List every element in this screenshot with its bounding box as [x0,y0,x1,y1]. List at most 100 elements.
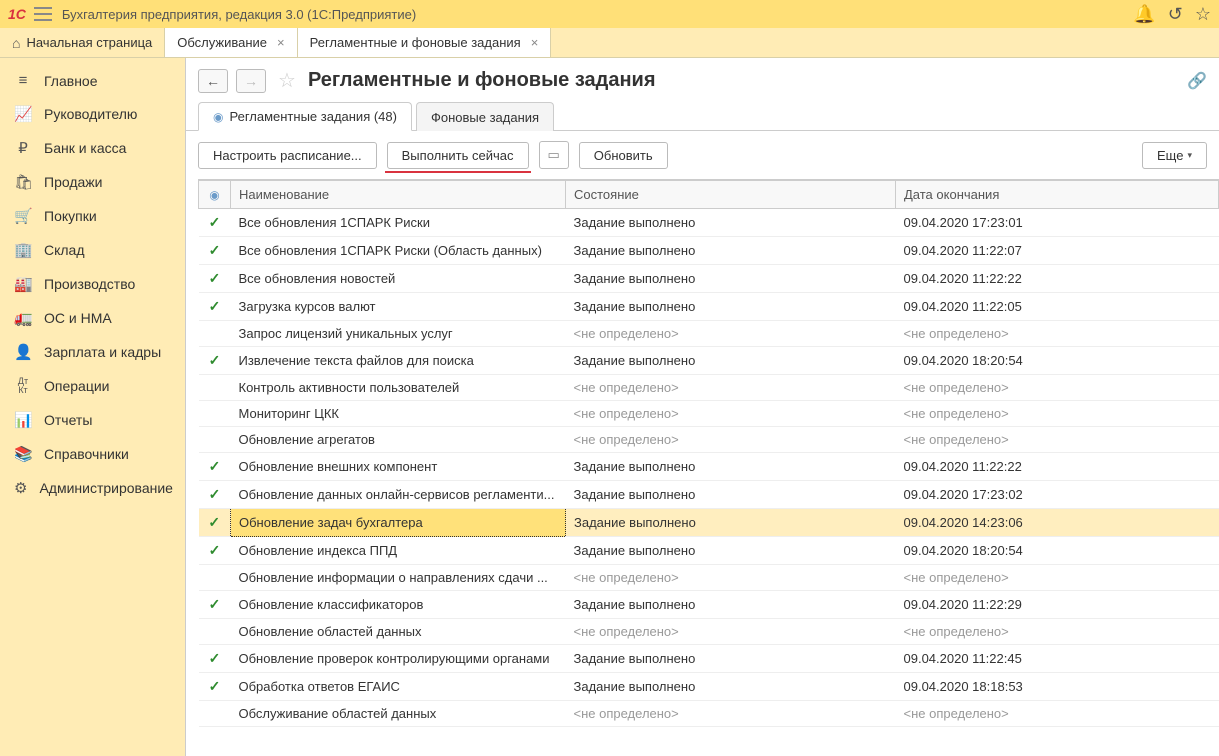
tabbar: ⌂ Начальная страница Обслуживание × Регл… [0,28,1219,58]
more-button[interactable]: Еще [1142,142,1207,169]
tab-scheduled-jobs-label: Регламентные и фоновые задания [310,35,521,50]
tab-scheduled-jobs[interactable]: Регламентные и фоновые задания × [298,28,552,57]
sidebar-item[interactable]: 📈Руководителю [0,97,185,131]
refresh-button[interactable]: Обновить [579,142,668,169]
table-row[interactable]: ✓Обновление задач бухгалтераЗадание выпо… [199,509,1219,537]
app-logo-icon: 1C [8,6,26,22]
window-title: Бухгалтерия предприятия, редакция 3.0 (1… [62,7,416,22]
history-icon[interactable]: ↺ [1168,4,1183,25]
sidebar-item-icon: ⚙ [14,479,27,497]
jobs-table-container[interactable]: ◉ Наименование Состояние Дата окончания … [198,179,1219,756]
table-row[interactable]: ✓Все обновления 1СПАРК РискиЗадание выпо… [199,209,1219,237]
sidebar-item[interactable]: 🛍Продажи [0,165,185,199]
check-icon: ✓ [208,514,220,530]
sidebar-item-label: Администрирование [39,480,173,496]
table-row[interactable]: Обновление информации о направлениях сда… [199,565,1219,591]
column-enddate-header[interactable]: Дата окончания [896,181,1219,209]
sidebar-item-label: Зарплата и кадры [44,344,161,360]
sidebar-item-icon: 🏭 [14,275,32,293]
status-cell: ✓ [199,237,231,265]
star-icon[interactable]: ☆ [1195,4,1211,25]
state-cell: <не определено> [566,401,896,427]
nav-forward-button[interactable]: → [236,69,266,93]
table-row[interactable]: Мониторинг ЦКК<не определено><не определ… [199,401,1219,427]
hamburger-icon[interactable] [34,7,52,21]
table-row[interactable]: ✓Обновление индекса ППДЗадание выполнено… [199,537,1219,565]
table-row[interactable]: Обновление агрегатов<не определено><не о… [199,427,1219,453]
state-cell: Задание выполнено [566,509,896,537]
sidebar-item[interactable]: ≡Главное [0,64,185,97]
sidebar-item-icon: 👤 [14,343,32,361]
toolbar: Настроить расписание... Выполнить сейчас… [186,131,1219,179]
status-cell: ✓ [199,293,231,321]
close-icon[interactable]: × [531,35,539,50]
table-row[interactable]: ✓Обновление данных онлайн-сервисов регла… [199,481,1219,509]
subtab-scheduled-label: Регламентные задания (48) [229,109,396,124]
close-icon[interactable]: × [277,35,285,50]
sidebar-item-icon: 📊 [14,411,32,429]
date-cell: 09.04.2020 11:22:29 [896,591,1219,619]
sidebar-item[interactable]: ДтКтОперации [0,369,185,403]
check-icon: ✓ [209,542,221,558]
check-icon: ✓ [209,214,221,230]
status-cell [199,401,231,427]
favorite-star-icon[interactable]: ☆ [278,68,296,93]
date-cell: 09.04.2020 17:23:02 [896,481,1219,509]
status-cell: ✓ [199,645,231,673]
subtab-background[interactable]: Фоновые задания [416,102,554,131]
state-cell: Задание выполнено [566,453,896,481]
state-cell: Задание выполнено [566,591,896,619]
status-cell: ✓ [199,673,231,701]
table-row[interactable]: Запрос лицензий уникальных услуг<не опре… [199,321,1219,347]
status-cell [199,565,231,591]
run-now-button[interactable]: Выполнить сейчас [387,142,529,169]
status-cell: ✓ [199,537,231,565]
nav-back-button[interactable]: ← [198,69,228,93]
name-cell: Запрос лицензий уникальных услуг [231,321,566,347]
table-row[interactable]: ✓Обновление внешних компонентЗадание вып… [199,453,1219,481]
table-row[interactable]: ✓Обновление проверок контролирующими орг… [199,645,1219,673]
sidebar-item[interactable]: 🛒Покупки [0,199,185,233]
subtabs: ◉ Регламентные задания (48) Фоновые зада… [186,101,1219,131]
column-name-header[interactable]: Наименование [231,181,566,209]
sidebar-item[interactable]: ⚙ Администрирование [0,471,185,505]
table-row[interactable]: ✓Обновление классификаторовЗадание выпол… [199,591,1219,619]
sidebar-item[interactable]: 📚Справочники [0,437,185,471]
name-cell: Обработка ответов ЕГАИС [231,673,566,701]
sidebar-item[interactable]: ₽Банк и касса [0,131,185,165]
table-row[interactable]: Обслуживание областей данных<не определе… [199,701,1219,727]
sidebar-item-label: Банк и касса [44,140,126,156]
page-header: ← → ☆ Регламентные и фоновые задания 🔗 [186,58,1219,101]
view-mode-button[interactable]: ▭ [539,141,569,169]
tab-home[interactable]: ⌂ Начальная страница [0,28,165,57]
date-cell: 09.04.2020 11:22:07 [896,237,1219,265]
link-icon[interactable]: 🔗 [1187,71,1207,91]
sidebar-item[interactable]: 🏭Производство [0,267,185,301]
name-cell: Обновление информации о направлениях сда… [231,565,566,591]
schedule-button[interactable]: Настроить расписание... [198,142,377,169]
name-cell: Обслуживание областей данных [231,701,566,727]
sidebar-item[interactable]: 👤 Зарплата и кадры [0,335,185,369]
highlight-underline [385,171,531,173]
table-row[interactable]: Контроль активности пользователей<не опр… [199,375,1219,401]
globe-icon: ◉ [209,188,219,202]
subtab-scheduled[interactable]: ◉ Регламентные задания (48) [198,102,412,131]
table-row[interactable]: ✓Загрузка курсов валютЗадание выполнено0… [199,293,1219,321]
column-state-header[interactable]: Состояние [566,181,896,209]
table-row[interactable]: ✓Все обновления 1СПАРК Риски (Область да… [199,237,1219,265]
tab-maintenance[interactable]: Обслуживание × [165,28,297,57]
sidebar-item-icon: 📈 [14,105,32,123]
sidebar-item[interactable]: 📊 Отчеты [0,403,185,437]
sidebar-item[interactable]: 🚛ОС и НМА [0,301,185,335]
state-cell: <не определено> [566,701,896,727]
sidebar-item[interactable]: 🏢Склад [0,233,185,267]
table-row[interactable]: ✓Обработка ответов ЕГАИСЗадание выполнен… [199,673,1219,701]
bell-icon[interactable]: 🔔 [1133,4,1155,25]
table-row[interactable]: ✓Все обновления новостейЗадание выполнен… [199,265,1219,293]
column-status-header[interactable]: ◉ [199,181,231,209]
sidebar-item-label: Отчеты [44,412,92,428]
table-row[interactable]: Обновление областей данных<не определено… [199,619,1219,645]
check-icon: ✓ [209,678,221,694]
globe-icon: ◉ [213,110,223,124]
table-row[interactable]: ✓Извлечение текста файлов для поискаЗада… [199,347,1219,375]
